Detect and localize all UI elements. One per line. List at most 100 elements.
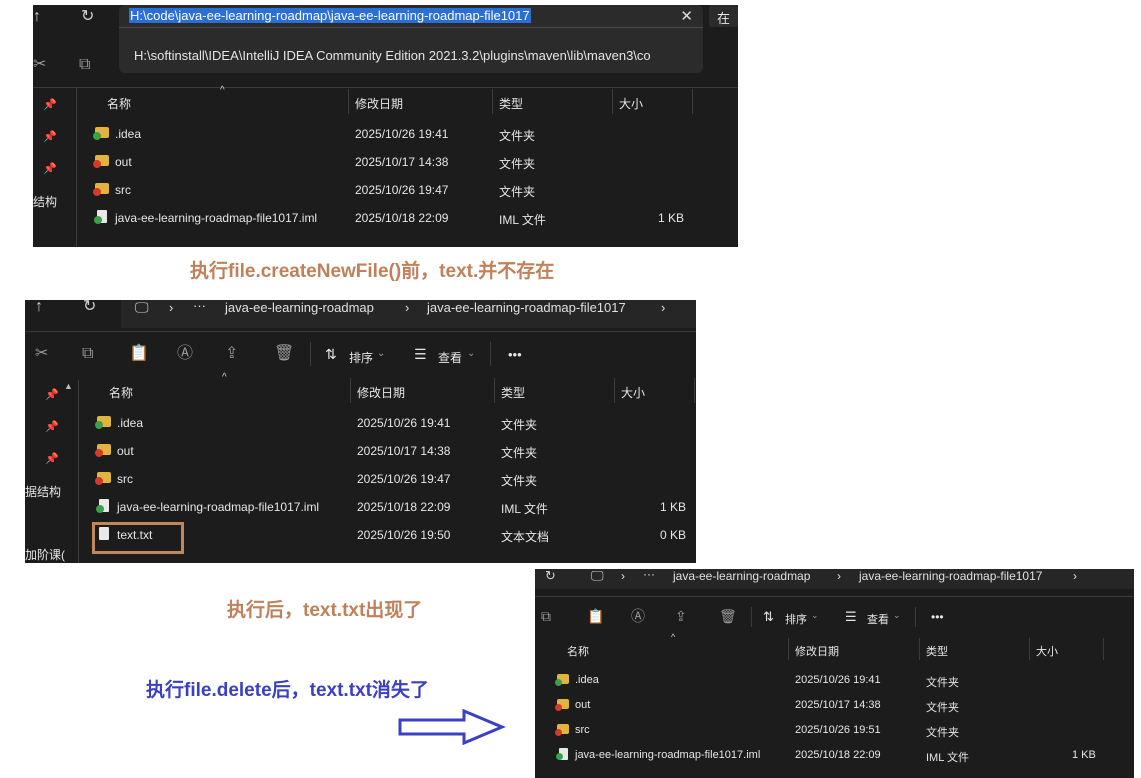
file-row[interactable]: src 2025/10/26 19:47 文件夹: [95, 466, 695, 492]
right-edge-button[interactable]: 在: [709, 5, 738, 27]
copy-icon[interactable]: ⧉: [79, 57, 90, 73]
breadcrumb-item[interactable]: java-ee-learning-roadmap: [225, 300, 374, 315]
file-row[interactable]: src 2025/10/26 19:51 文件夹: [555, 718, 1130, 744]
column-divider[interactable]: [919, 638, 920, 660]
clear-address-icon[interactable]: ✕: [680, 7, 693, 25]
column-divider[interactable]: [1029, 638, 1030, 660]
sort-icon[interactable]: ⇅: [325, 347, 337, 361]
sort-icon[interactable]: ⇅: [763, 610, 774, 623]
view-icon[interactable]: ☰: [414, 347, 427, 361]
address-path[interactable]: H:\code\java-ee-learning-roadmap\java-ee…: [129, 8, 531, 23]
column-divider[interactable]: [788, 638, 789, 660]
cut-icon[interactable]: ✂: [35, 346, 48, 362]
address-input[interactable]: H:\code\java-ee-learning-roadmap\java-ee…: [119, 5, 703, 28]
sort-chevron-icon: ^: [220, 85, 225, 96]
delete-icon[interactable]: 🗑: [274, 346, 294, 362]
sort-button[interactable]: 排序: [785, 611, 807, 627]
file-row[interactable]: java-ee-learning-roadmap-file1017.iml 20…: [95, 494, 695, 520]
column-divider[interactable]: [350, 378, 351, 403]
column-header-modified[interactable]: 修改日期: [355, 95, 403, 112]
rename-icon[interactable]: Ⓐ: [177, 346, 193, 362]
column-header-size[interactable]: 大小: [619, 95, 643, 112]
file-row[interactable]: .idea 2025/10/26 19:41 文件夹: [93, 121, 733, 147]
up-arrow-icon[interactable]: ↑: [33, 9, 41, 25]
rename-icon[interactable]: Ⓐ: [631, 609, 645, 623]
column-header-name[interactable]: 名称: [567, 643, 589, 659]
pin-icon[interactable]: 📌: [43, 162, 57, 175]
view-button[interactable]: 查看: [438, 349, 462, 366]
more-button[interactable]: •••: [508, 347, 522, 362]
share-icon[interactable]: ⇪: [675, 609, 687, 623]
toolbar-separator: [915, 607, 916, 627]
pin-icon[interactable]: 📌: [43, 130, 57, 143]
pin-icon[interactable]: 📌: [45, 452, 59, 465]
refresh-icon[interactable]: ↻: [81, 9, 94, 25]
file-size: 1 KB: [658, 211, 685, 225]
cut-icon[interactable]: ✂: [33, 57, 46, 73]
column-divider[interactable]: [692, 89, 693, 114]
breadcrumb-item[interactable]: java-ee-learning-roadmap-file1017: [859, 569, 1042, 583]
column-header-type[interactable]: 类型: [501, 384, 525, 401]
view-button[interactable]: 查看: [867, 611, 889, 627]
column-header-modified[interactable]: 修改日期: [795, 643, 839, 659]
file-row[interactable]: out 2025/10/17 14:38 文件夹: [555, 693, 1130, 719]
file-size: 0 KB: [660, 528, 687, 542]
file-row[interactable]: out 2025/10/17 14:38 文件夹: [95, 438, 695, 464]
delete-icon[interactable]: 🗑: [719, 609, 737, 623]
computer-icon[interactable]: 🖵: [591, 569, 604, 582]
breadcrumb-item[interactable]: java-ee-learning-roadmap-file1017: [427, 300, 626, 315]
up-arrow-icon[interactable]: ↑: [35, 300, 43, 315]
column-divider[interactable]: [348, 89, 349, 114]
column-header-size[interactable]: 大小: [1036, 643, 1058, 659]
column-divider[interactable]: [494, 378, 495, 403]
column-divider[interactable]: [614, 378, 615, 403]
file-row[interactable]: java-ee-learning-roadmap-file1017.iml 20…: [93, 205, 733, 231]
breadcrumb-more[interactable]: ···: [193, 300, 206, 313]
sidebar-item-label[interactable]: 结构: [33, 193, 57, 210]
paste-icon[interactable]: 📋: [129, 346, 149, 362]
file-name: .idea: [117, 416, 144, 430]
refresh-icon[interactable]: ↻: [545, 569, 556, 582]
scroll-up-icon[interactable]: ▲: [64, 381, 73, 391]
computer-icon[interactable]: 🖵: [135, 300, 149, 314]
more-button[interactable]: •••: [931, 610, 944, 624]
file-row[interactable]: src 2025/10/26 19:47 文件夹: [93, 177, 733, 203]
share-icon[interactable]: ⇪: [225, 346, 238, 362]
toolbar-divider: [25, 331, 696, 332]
column-divider[interactable]: [492, 89, 493, 114]
column-divider[interactable]: [612, 89, 613, 114]
column-header-type[interactable]: 类型: [926, 643, 948, 659]
column-header-name[interactable]: 名称: [107, 95, 131, 112]
file-modified: 2025/10/26 19:50: [357, 528, 451, 542]
view-icon[interactable]: ☰: [845, 610, 857, 623]
file-row[interactable]: java-ee-learning-roadmap-file1017.iml 20…: [555, 743, 1130, 769]
sidebar-item-label[interactable]: 加阶课(: [25, 546, 65, 563]
column-header-type[interactable]: 类型: [499, 95, 523, 112]
column-divider[interactable]: [1103, 638, 1104, 660]
column-divider[interactable]: [694, 378, 695, 403]
folder-icon: [555, 674, 569, 686]
breadcrumb-separator: ›: [169, 300, 174, 315]
folder-icon: [95, 416, 111, 429]
address-suggestion[interactable]: H:\softinstall\IDEA\IntelliJ IDEA Commun…: [134, 48, 651, 63]
paste-icon[interactable]: 📋: [587, 609, 604, 623]
column-header-name[interactable]: 名称: [109, 384, 133, 401]
pin-icon[interactable]: 📌: [45, 420, 59, 433]
sort-button[interactable]: 排序: [349, 349, 373, 366]
file-modified: 2025/10/18 22:09: [355, 211, 449, 225]
copy-icon[interactable]: ⧉: [541, 609, 551, 623]
pin-icon[interactable]: 📌: [43, 98, 57, 111]
caption-before: 执行file.createNewFile()前，text.并不存在: [190, 261, 555, 282]
file-row[interactable]: text.txt 2025/10/26 19:50 文本文档 0 KB: [95, 522, 695, 548]
sidebar-item-label[interactable]: 据结构: [25, 483, 61, 500]
file-row[interactable]: .idea 2025/10/26 19:41 文件夹: [95, 410, 695, 436]
copy-icon[interactable]: ⧉: [82, 346, 93, 362]
file-row[interactable]: .idea 2025/10/26 19:41 文件夹: [555, 668, 1130, 694]
breadcrumb-more[interactable]: ···: [643, 569, 655, 581]
column-header-size[interactable]: 大小: [621, 384, 645, 401]
breadcrumb-item[interactable]: java-ee-learning-roadmap: [673, 569, 810, 583]
file-row[interactable]: out 2025/10/17 14:38 文件夹: [93, 149, 733, 175]
refresh-icon[interactable]: ↻: [83, 300, 96, 315]
pin-icon[interactable]: 📌: [45, 388, 59, 401]
column-header-modified[interactable]: 修改日期: [357, 384, 405, 401]
